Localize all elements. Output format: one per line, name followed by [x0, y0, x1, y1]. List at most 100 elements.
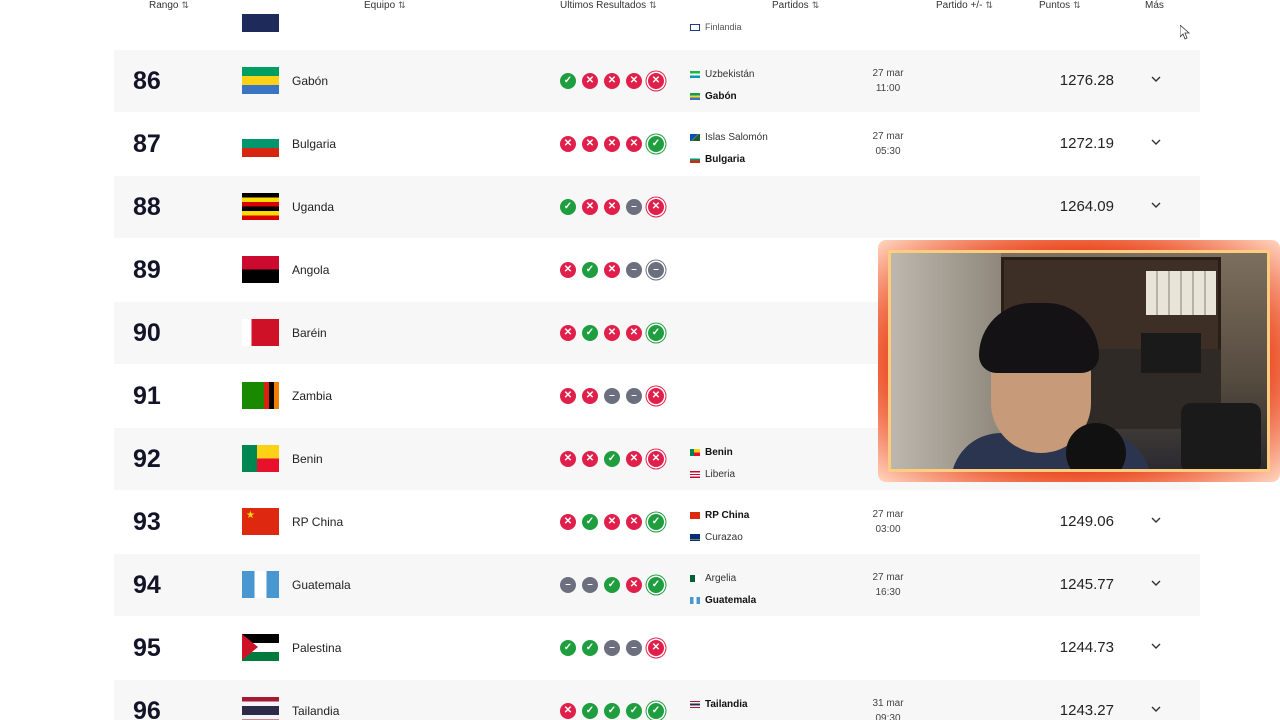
sort-match-diff-button[interactable]: Partido +/- ⇅ [936, 0, 993, 11]
points-value: 1245.77 [1059, 576, 1114, 593]
rank-number: 90 [133, 319, 161, 347]
loss-icon: ✕ [626, 577, 642, 593]
more-header-label: Más [1145, 0, 1164, 11]
win-icon: ✓ [582, 640, 598, 656]
last-results: ✓ ✕ ✕ – ✕ [560, 199, 664, 215]
match-date: 27 mar [872, 131, 904, 142]
upcoming-match[interactable]: Islas Salomón Bulgaria [690, 126, 768, 170]
match-datetime: 27 mar 16:30 [862, 570, 914, 600]
matches-header-label: Partidos [772, 0, 809, 11]
upcoming-match[interactable]: Argelia Guatemala [690, 567, 756, 611]
team-name[interactable]: Zambia [292, 389, 332, 403]
win-icon: ✓ [604, 451, 620, 467]
webcam-overlay [878, 240, 1280, 482]
chevron-down-icon [1151, 517, 1161, 523]
expand-row-button[interactable] [1149, 702, 1163, 716]
sort-points-button[interactable]: Puntos ⇅ [1039, 0, 1081, 11]
loss-icon: ✕ [648, 199, 664, 215]
match-team: Curazao [690, 526, 749, 548]
team-name[interactable]: Benin [292, 452, 323, 466]
points-value: 1264.09 [1059, 198, 1114, 215]
table-row[interactable]: 96 Tailandia ✕ ✓ ✓ ✓ ✓ Tailandia 31 mar 09:30 1243… [114, 680, 1200, 720]
team-name[interactable]: Palestina [292, 641, 341, 655]
webcam-microphone [1066, 423, 1126, 469]
match-flag [690, 470, 700, 478]
rank-number: 93 [133, 508, 161, 536]
webcam-binders [1146, 271, 1216, 315]
loss-icon: ✕ [648, 640, 664, 656]
chevron-down-icon [1151, 139, 1161, 145]
match-team: Benin [690, 441, 735, 463]
sort-icon: ⇅ [649, 0, 657, 10]
expand-row-button[interactable] [1149, 135, 1163, 149]
rank-number: 91 [133, 382, 161, 410]
match-flag [690, 574, 700, 582]
rank-number: 86 [133, 67, 161, 95]
last-results: ✕ ✕ ✓ ✕ ✕ [560, 451, 664, 467]
team-name[interactable]: RP China [292, 515, 343, 529]
match-flag [690, 700, 700, 708]
table-row[interactable]: 88 Uganda ✓ ✕ ✕ – ✕ 1264.09 [114, 176, 1200, 238]
match-team-label: Guatemala [705, 594, 757, 606]
match-team-label: RP China [705, 509, 750, 521]
team-name[interactable]: Tailandia [292, 704, 339, 718]
match-date: 27 mar [872, 509, 904, 520]
table-row[interactable]: 93 ★ RP China ✕ ✓ ✕ ✕ ✓ RP China Curazao 27 mar 03:… [114, 491, 1200, 553]
table-row[interactable]: Finlandia [114, 14, 1200, 50]
last-results: ✕ ✓ ✕ ✕ ✓ [560, 325, 664, 341]
last-results: ✕ ✓ ✕ ✕ ✓ [560, 514, 664, 530]
rank-header-label: Rango [149, 0, 179, 11]
expand-row-button[interactable] [1149, 639, 1163, 653]
win-icon: ✓ [648, 325, 664, 341]
table-row[interactable]: 86 Gabón ✓ ✕ ✕ ✕ ✕ Uzbekistán Gabón 27 mar 11:00 12… [114, 50, 1200, 112]
chevron-down-icon [1151, 643, 1161, 649]
match-time: 11:00 [875, 83, 901, 94]
sort-rank-button[interactable]: Rango ⇅ [149, 0, 189, 11]
match-date: 31 mar [872, 698, 904, 709]
sort-team-button[interactable]: Equipo ⇅ [364, 0, 406, 11]
team-flag [242, 67, 279, 94]
loss-icon: ✕ [626, 136, 642, 152]
expand-row-button[interactable] [1149, 513, 1163, 527]
table-row[interactable]: 95 Palestina ✓ ✓ – – ✕ 1244.73 [114, 617, 1200, 679]
draw-icon: – [626, 262, 642, 278]
sort-icon: ⇅ [181, 0, 190, 10]
draw-icon: – [560, 577, 576, 593]
loss-icon: ✕ [648, 451, 664, 467]
win-icon: ✓ [560, 199, 576, 215]
win-icon: ✓ [582, 703, 598, 719]
sort-results-button[interactable]: Ultimos Resultados ⇅ [560, 0, 657, 11]
expand-row-button[interactable] [1149, 576, 1163, 590]
upcoming-match[interactable]: Uzbekistán Gabón [690, 63, 754, 107]
expand-row-button[interactable] [1149, 72, 1163, 86]
upcoming-match[interactable]: Tailandia [690, 693, 748, 715]
loss-icon: ✕ [604, 73, 620, 89]
match-time: 09:30 [875, 713, 901, 720]
match-date: 27 mar [872, 572, 904, 583]
team-name[interactable]: Guatemala [292, 578, 351, 592]
win-icon: ✓ [560, 640, 576, 656]
team-name[interactable]: Angola [292, 263, 329, 277]
rank-number: 94 [133, 571, 161, 599]
table-row[interactable]: 94 Guatemala – – ✓ ✕ ✓ Argelia Guatemala 27 mar 16… [114, 554, 1200, 616]
match-team: Finlandia [690, 22, 742, 32]
team-header-label: Equipo [364, 0, 396, 11]
match-team: RP China [690, 504, 749, 526]
upcoming-match[interactable]: RP China Curazao [690, 504, 749, 548]
sort-matches-button[interactable]: Partidos ⇅ [772, 0, 819, 11]
draw-icon: – [604, 388, 620, 404]
sort-icon: ⇅ [1073, 0, 1081, 10]
points-value: 1249.06 [1059, 513, 1114, 530]
team-name[interactable]: Gabón [292, 74, 328, 88]
upcoming-match[interactable]: Benin Liberia [690, 441, 735, 485]
loss-icon: ✕ [582, 388, 598, 404]
team-name[interactable]: Baréin [292, 326, 327, 340]
expand-row-button[interactable] [1149, 198, 1163, 212]
match-flag [690, 533, 700, 541]
rank-number: 92 [133, 445, 161, 473]
team-name[interactable]: Bulgaria [292, 137, 336, 151]
table-row[interactable]: 87 Bulgaria ✕ ✕ ✕ ✕ ✓ Islas Salomón Bulgaria 27 m… [114, 113, 1200, 175]
loss-icon: ✕ [604, 136, 620, 152]
team-name[interactable]: Uganda [292, 200, 334, 214]
loss-icon: ✕ [560, 325, 576, 341]
